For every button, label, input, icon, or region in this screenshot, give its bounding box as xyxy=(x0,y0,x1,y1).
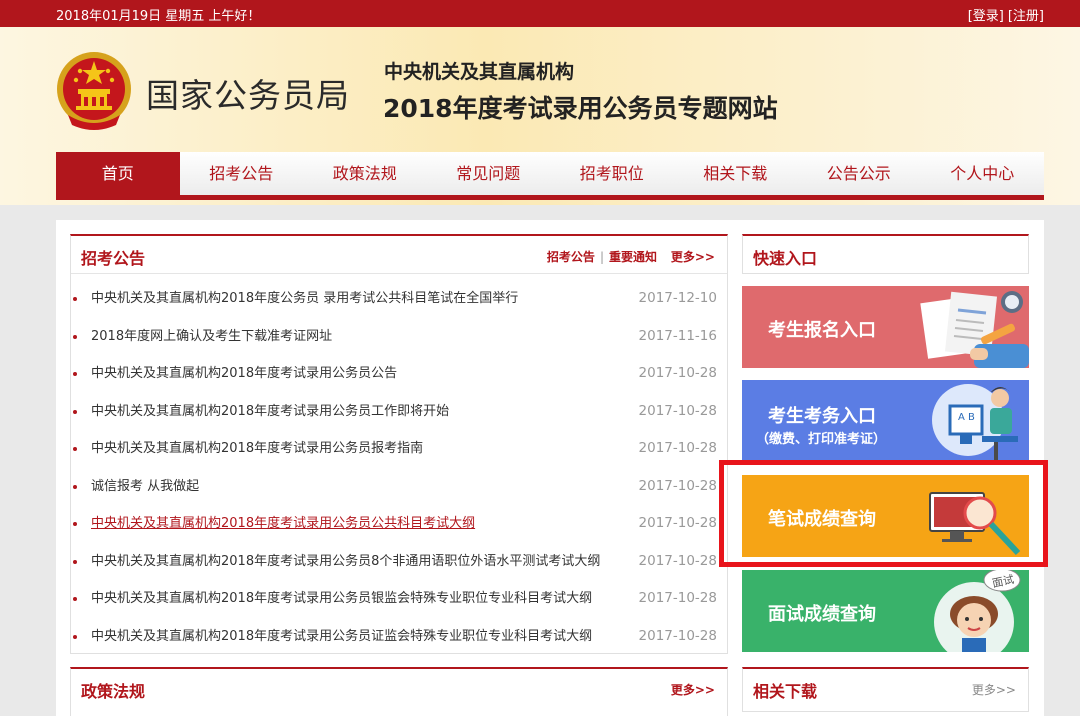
list-item: 2017-12-10 中央机关及其直属机构2018年度公务员 录用考试公共科目笔试… xyxy=(87,280,717,318)
nav-announcements[interactable]: 招考公告 xyxy=(180,152,304,195)
top-bar: 2018年01月19日 星期五 上午好！ [登录] [注册] xyxy=(0,0,1080,27)
exam-affairs-sublabel: （缴费、打印准考证） xyxy=(756,432,887,447)
quick-entry-panel: 快速入口 xyxy=(742,234,1029,274)
nav-personal-center[interactable]: 个人中心 xyxy=(921,152,1045,195)
nav-faq[interactable]: 常见问题 xyxy=(427,152,551,195)
nav-notices[interactable]: 公告公示 xyxy=(797,152,921,195)
item-date: 2017-10-28 xyxy=(638,402,717,419)
item-date: 2017-11-16 xyxy=(638,327,717,344)
date-greeting: 2018年01月19日 星期五 上午好！ xyxy=(56,9,261,24)
list-item: 2017-10-28 中央机关及其直属机构2018年度考试录用公务员银监会特殊专业… xyxy=(87,580,717,618)
item-date: 2017-10-28 xyxy=(638,440,717,456)
item-link[interactable]: 中央机关及其直属机构2018年度考试录用公务员8个非通用语职位外语水平测试考试大… xyxy=(91,554,600,569)
list-item: 2017-10-28 中央机关及其直属机构2018年度考试录用公务员8个非通用语职… xyxy=(87,543,717,581)
nav-policy[interactable]: 政策法规 xyxy=(303,152,427,195)
bureau-name: 国家公务员局 xyxy=(146,76,350,115)
account-links: [登录] [注册] xyxy=(964,5,1044,24)
main-nav: 首页 招考公告 政策法规 常见问题 招考职位 相关下载 公告公示 个人中心 xyxy=(56,152,1044,200)
tab-announcements[interactable]: 招考公告 xyxy=(547,250,595,264)
item-link[interactable]: 中央机关及其直属机构2018年度考试录用公务员报考指南 xyxy=(91,441,423,456)
item-link[interactable]: 中央机关及其直属机构2018年度考试录用公务员银监会特殊专业职位专业科目考试大纲 xyxy=(91,591,592,606)
item-date: 2017-12-10 xyxy=(638,290,717,306)
list-item: 2017-10-28 中央机关及其直属机构2018年度考试录用公务员公告 xyxy=(87,355,717,393)
item-date: 2017-10-28 xyxy=(638,515,717,531)
policy-panel: 政策法规 更多>> xyxy=(70,667,728,716)
list-item: 2017-10-28 中央机关及其直属机构2018年度考试录用公务员报考指南 xyxy=(87,430,717,468)
announcements-list: 2017-12-10 中央机关及其直属机构2018年度公务员 录用考试公共科目笔试… xyxy=(81,280,717,655)
tab-important-notices[interactable]: 重要通知 xyxy=(609,250,657,264)
nav-home[interactable]: 首页 xyxy=(56,152,180,195)
announcements-panel: 招考公告 招考公告 | 重要通知 更多>> 2017-12-10 中央机关及其直属机构… xyxy=(70,234,728,654)
tab-separator: | xyxy=(599,250,604,264)
site-title: 2018年度考试录用公务员专题网站 xyxy=(383,94,778,123)
quick-entry-header: 快速入口 xyxy=(743,236,1028,274)
nav-downloads[interactable]: 相关下载 xyxy=(674,152,798,195)
item-date: 2017-10-28 xyxy=(638,477,717,494)
item-link[interactable]: 诚信报考 从我做起 xyxy=(91,479,199,494)
student-at-desk-icon: A B xyxy=(932,384,1018,460)
list-item: 2017-11-16 2018年度网上确认及考生下载准考证网址 xyxy=(87,318,717,356)
list-item: 2017-10-28 诚信报考 从我做起 xyxy=(87,468,717,506)
policy-title: 政策法规 xyxy=(81,682,146,701)
exam-affairs-label: 考生考务入口 xyxy=(768,406,876,427)
registration-label: 考生报名入口 xyxy=(768,320,876,341)
site-header: 国家公务员局 中央机关及其直属机构 2018年度考试录用公务员专题网站 首页 招… xyxy=(0,27,1080,205)
item-link[interactable]: 中央机关及其直属机构2018年度考试录用公务员证监会特殊专业职位专业科目考试大纲 xyxy=(91,629,592,644)
interview-score-query-button[interactable]: 面试成绩查询 面试 xyxy=(742,570,1029,652)
policy-more-link[interactable]: 更多>> xyxy=(671,681,715,698)
announcements-title: 招考公告 xyxy=(81,249,146,268)
highlight-box xyxy=(719,460,1048,567)
login-link[interactable]: [登录] xyxy=(968,9,1004,24)
registration-documents-icon xyxy=(920,291,1029,368)
downloads-more-link[interactable]: 更多>> xyxy=(972,681,1016,698)
announcements-more-link[interactable]: 更多>> xyxy=(671,248,715,265)
national-emblem-logo xyxy=(57,52,131,130)
item-link-hovered[interactable]: 中央机关及其直属机构2018年度考试录用公务员公共科目考试大纲 xyxy=(91,516,475,531)
item-date: 2017-10-28 xyxy=(638,365,717,381)
list-item: 2017-10-28 中央机关及其直属机构2018年度考试录用公务员证监会特殊专业… xyxy=(87,618,717,656)
announcements-tabs: 招考公告 | 重要通知 xyxy=(547,248,657,265)
announcements-header: 招考公告 招考公告 | 重要通知 更多>> xyxy=(71,236,727,274)
site-subtitle: 中央机关及其直属机构 xyxy=(384,61,575,83)
interview-score-label: 面试成绩查询 xyxy=(768,604,876,625)
downloads-header: 相关下载 更多>> xyxy=(743,669,1028,707)
item-link[interactable]: 中央机关及其直属机构2018年度考试录用公务员公告 xyxy=(91,366,397,381)
downloads-panel: 相关下载 更多>> xyxy=(742,667,1029,712)
exam-affairs-entry-button[interactable]: 考生考务入口 （缴费、打印准考证） A B xyxy=(742,380,1029,462)
item-date: 2017-10-28 xyxy=(638,627,717,644)
list-item: 2017-10-28 中央机关及其直属机构2018年度考试录用公务员公共科目考试大… xyxy=(87,505,717,543)
nav-positions[interactable]: 招考职位 xyxy=(550,152,674,195)
policy-header: 政策法规 更多>> xyxy=(71,669,727,707)
item-link[interactable]: 中央机关及其直属机构2018年度考试录用公务员工作即将开始 xyxy=(91,404,449,419)
svg-text:A B: A B xyxy=(958,412,975,423)
downloads-title: 相关下载 xyxy=(753,682,818,701)
item-link[interactable]: 2018年度网上确认及考生下载准考证网址 xyxy=(91,329,332,344)
item-date: 2017-10-28 xyxy=(638,552,717,569)
item-link[interactable]: 中央机关及其直属机构2018年度公务员 录用考试公共科目笔试在全国举行 xyxy=(91,291,518,306)
registration-entry-button[interactable]: 考生报名入口 xyxy=(742,286,1029,368)
list-item: 2017-10-28 中央机关及其直属机构2018年度考试录用公务员工作即将开始 xyxy=(87,393,717,431)
quick-entry-title: 快速入口 xyxy=(753,249,818,268)
item-date: 2017-10-28 xyxy=(638,590,717,606)
register-link[interactable]: [注册] xyxy=(1008,9,1044,24)
